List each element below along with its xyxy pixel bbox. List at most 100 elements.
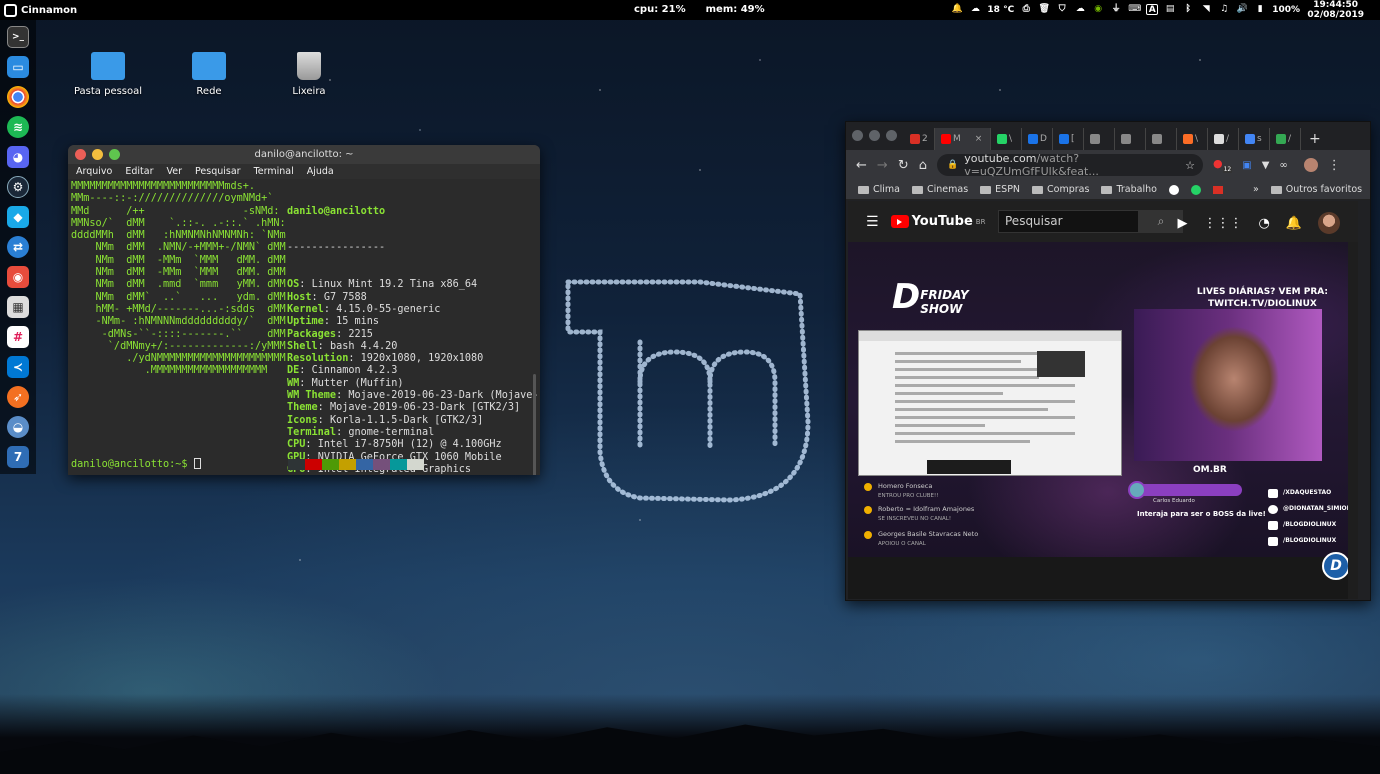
keyboard-layout-indicator[interactable]: A <box>1146 4 1159 15</box>
browser-tab[interactable] <box>1115 128 1146 150</box>
page-scrollbar[interactable] <box>1348 242 1358 599</box>
menu-ajuda[interactable]: Ajuda <box>307 166 334 177</box>
browser-tab[interactable]: [ <box>1053 128 1084 150</box>
files-launcher-icon[interactable]: ▭ <box>7 56 29 78</box>
terminal-titlebar[interactable]: danilo@ancilotto: ~ <box>68 145 540 164</box>
browser-tab[interactable]: \ <box>1177 128 1208 150</box>
notifications-icon[interactable]: 🔔 <box>951 4 963 15</box>
whatsapp-bookmark-icon[interactable] <box>1190 184 1201 195</box>
maximize-window-icon[interactable] <box>109 149 120 160</box>
battery-level[interactable]: 100% <box>1272 5 1300 15</box>
bookmark-trabalho[interactable]: Trabalho <box>1101 184 1157 195</box>
minimize-window-icon[interactable] <box>869 130 880 141</box>
back-icon[interactable]: ← <box>856 158 867 173</box>
notifications-bell-icon[interactable]: 🔔 <box>1286 216 1302 231</box>
tab-close-icon[interactable]: × <box>975 134 983 144</box>
forward-icon[interactable]: → <box>877 158 888 173</box>
apps-grid-icon[interactable]: ⋮⋮⋮ <box>1203 216 1242 231</box>
browser-tab[interactable]: / <box>1270 128 1301 150</box>
bookmark-espn[interactable]: ESPN <box>980 184 1020 195</box>
shield-icon[interactable]: ⛉ <box>1056 4 1068 15</box>
battery-icon[interactable]: ▮ <box>1254 4 1266 15</box>
google-bookmark-icon[interactable] <box>1168 184 1179 195</box>
main-menu-button[interactable]: Cinnamon <box>0 3 77 17</box>
address-bar[interactable]: 🔒 youtube.com/watch?v=uQZUmGfFUlk&feat..… <box>936 152 1203 178</box>
extension-icon[interactable]: ●12 <box>1213 157 1233 173</box>
screenshot-launcher-icon[interactable]: ◉ <box>7 266 29 288</box>
search-icon[interactable]: ⌕ <box>1139 210 1183 233</box>
music-icon[interactable]: ♫ <box>1218 4 1230 15</box>
desktop-icon-network[interactable]: Rede <box>169 52 249 97</box>
chrome-launcher-icon[interactable] <box>7 86 29 108</box>
menu-pesquisar[interactable]: Pesquisar <box>195 166 241 177</box>
youtube-search-input[interactable]: Pesquisar <box>998 210 1139 233</box>
desktop-icon-trash[interactable]: Lixeira <box>269 52 349 97</box>
hamburger-menu-icon[interactable]: ☰ <box>866 214 879 230</box>
printer-icon[interactable]: ⎙ <box>1020 4 1032 15</box>
desktop-icon-home[interactable]: Pasta pessoal <box>68 52 148 97</box>
spotify-launcher-icon[interactable]: ≋ <box>7 116 29 138</box>
menu-arquivo[interactable]: Arquivo <box>76 166 112 177</box>
account-avatar[interactable] <box>1318 212 1340 234</box>
weather-icon[interactable]: ☁ <box>969 4 981 15</box>
home-icon[interactable]: ⌂ <box>919 158 927 173</box>
terminal-launcher-icon[interactable]: >_ <box>7 26 29 48</box>
menu-ver[interactable]: Ver <box>167 166 183 177</box>
messages-icon[interactable]: ◔ <box>1258 216 1269 231</box>
volume-icon[interactable]: 🔊 <box>1236 4 1248 15</box>
wifi-icon[interactable]: ◥ <box>1200 4 1212 15</box>
clipboard-icon[interactable]: ▤ <box>1164 4 1176 15</box>
menu-editar[interactable]: Editar <box>125 166 153 177</box>
more-bookmarks-button[interactable]: » <box>1253 184 1259 195</box>
calculator-launcher-icon[interactable]: ▦ <box>7 296 29 318</box>
browser-tab[interactable] <box>1084 128 1115 150</box>
bookmark-star-icon[interactable]: ☆ <box>1185 159 1195 172</box>
slack-launcher-icon[interactable]: # <box>7 326 29 348</box>
close-window-icon[interactable] <box>75 149 86 160</box>
youtube-logo[interactable]: YouTube BR <box>890 214 985 229</box>
calendar-launcher-icon[interactable]: 7 <box>7 446 29 468</box>
chrome-menu-icon[interactable]: ⋮ <box>1328 158 1341 173</box>
new-tab-button[interactable]: + <box>1309 128 1321 150</box>
discord-launcher-icon[interactable]: ◕ <box>7 146 29 168</box>
bookmark-cinemas[interactable]: Cinemas <box>912 184 968 195</box>
minimize-window-icon[interactable] <box>92 149 103 160</box>
maximize-window-icon[interactable] <box>886 130 897 141</box>
cloud-icon[interactable]: ☁ <box>1074 4 1086 15</box>
mysql-workbench-launcher-icon[interactable]: ◒ <box>7 416 29 438</box>
terminal-output[interactable]: MMMMMMMMMMMMMMMMMMMMMMMMMmds+. MMm----::… <box>68 179 540 475</box>
terminal-scrollbar[interactable] <box>533 374 536 475</box>
translate-icon[interactable]: ▣ <box>1242 160 1251 171</box>
reload-icon[interactable]: ↻ <box>898 158 909 173</box>
browser-tab[interactable]: s <box>1239 128 1270 150</box>
menu-terminal[interactable]: Terminal <box>254 166 294 177</box>
usb-icon[interactable]: ⏚ <box>1110 4 1122 15</box>
browser-tab[interactable]: \ <box>991 128 1022 150</box>
keyboard-icon[interactable]: ⌨ <box>1128 4 1141 15</box>
video-player[interactable]: DFRIDAY SHOW LIVES DIÁRIAS? VEM PRA: TWITC… <box>848 242 1358 580</box>
browser-tab[interactable]: M × <box>935 128 991 150</box>
create-video-icon[interactable]: ▶ <box>1177 216 1187 231</box>
steam-launcher-icon[interactable]: ⚙ <box>7 176 29 198</box>
close-window-icon[interactable] <box>852 130 863 141</box>
profile-avatar-icon[interactable] <box>1303 158 1318 172</box>
glasses-icon[interactable]: ∞ <box>1279 160 1287 171</box>
nvidia-icon[interactable]: ◉ <box>1092 4 1104 15</box>
trash-applet-icon[interactable]: 🗑 <box>1038 4 1050 15</box>
clock[interactable]: 19:44:50 02/08/2019 <box>1307 0 1364 20</box>
browser-tab[interactable]: 2 <box>904 128 935 150</box>
vpn-icon[interactable]: ▼ <box>1262 160 1270 171</box>
bookmark-clima[interactable]: Clima <box>858 184 900 195</box>
postman-launcher-icon[interactable]: ➶ <box>7 386 29 408</box>
other-bookmarks[interactable]: Outros favoritos <box>1270 184 1362 195</box>
teamviewer-launcher-icon[interactable]: ⇄ <box>7 236 29 258</box>
vscode-launcher-icon[interactable]: ≺ <box>7 356 29 378</box>
virtualbox-launcher-icon[interactable]: ◆ <box>7 206 29 228</box>
bluetooth-icon[interactable]: ᛒ <box>1182 4 1194 15</box>
browser-tab[interactable]: D <box>1022 128 1053 150</box>
browser-tab[interactable]: / <box>1208 128 1239 150</box>
bookmark-compras[interactable]: Compras <box>1032 184 1089 195</box>
gmail-bookmark-icon[interactable] <box>1212 185 1223 194</box>
browser-tab[interactable] <box>1146 128 1177 150</box>
weather-temp[interactable]: 18 °C <box>987 5 1014 15</box>
